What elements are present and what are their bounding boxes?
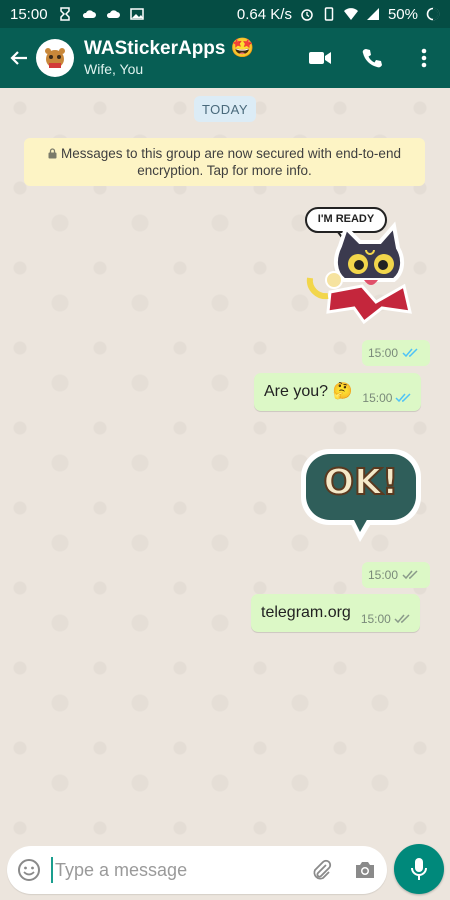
video-call-icon	[309, 52, 331, 64]
double-tick-icon	[395, 393, 411, 403]
outgoing-message[interactable]: telegram.org 15:00	[251, 594, 420, 632]
more-vert-icon	[421, 48, 427, 68]
message-time: 15:00	[360, 612, 391, 626]
avatar-image	[45, 48, 65, 68]
video-call-button[interactable]	[294, 28, 346, 88]
phone-icon	[324, 7, 334, 21]
back-arrow-icon	[10, 51, 27, 65]
message-time: 15:00	[368, 568, 399, 582]
sticker-timestamp: 15:00	[362, 340, 430, 366]
voice-message-button[interactable]	[394, 844, 444, 894]
message-composer	[7, 846, 387, 894]
net-speed: 0.64 K/s	[236, 5, 292, 23]
group-avatar[interactable]	[36, 39, 74, 77]
hourglass-icon	[59, 7, 70, 21]
sticker-text: OK!	[323, 461, 400, 504]
camera-button[interactable]	[343, 846, 387, 894]
back-button[interactable]	[2, 28, 36, 88]
voice-call-icon	[362, 49, 382, 68]
outgoing-message[interactable]: Are you? 🤔 15:00	[254, 373, 422, 411]
double-tick-icon	[402, 348, 418, 358]
cloud-icon	[106, 10, 120, 18]
chat-header: WAStickerApps 🤩 Wife, You	[0, 28, 450, 88]
sticker-message[interactable]: OK!	[298, 446, 424, 544]
message-link[interactable]: telegram.org	[261, 594, 351, 632]
voice-call-button[interactable]	[346, 28, 398, 88]
more-options-button[interactable]	[398, 28, 450, 88]
message-list[interactable]: TODAY Messages to this group are now sec…	[0, 88, 450, 840]
emoji-button[interactable]	[7, 846, 51, 894]
message-input[interactable]	[51, 857, 299, 883]
sticker-cat-image	[305, 207, 412, 325]
double-tick-icon	[402, 570, 418, 580]
sticker-caption: I'M READY	[317, 213, 375, 225]
attach-icon	[313, 859, 332, 880]
message-time: 15:00	[368, 346, 399, 360]
mic-icon	[411, 858, 427, 880]
chat-title: WAStickerApps	[84, 38, 226, 59]
wifi-icon	[343, 8, 358, 20]
battery-level: 50%	[387, 5, 418, 23]
lock-icon	[48, 148, 57, 159]
double-tick-icon	[394, 614, 410, 624]
status-bar: 15:00 0.64 K/s 50%	[0, 0, 450, 28]
alarm-icon	[301, 9, 313, 21]
battery-icon	[426, 7, 440, 21]
message-text: Are you? 🤔	[264, 383, 353, 400]
signal-icon	[366, 8, 379, 20]
chat-members: Wife, You	[84, 61, 144, 77]
attach-button[interactable]	[299, 846, 343, 894]
image-icon	[129, 8, 144, 20]
title-emoji: 🤩	[230, 38, 255, 59]
cloud-icon	[82, 10, 96, 18]
camera-icon	[356, 862, 374, 878]
message-time: 15:00	[362, 391, 393, 405]
encryption-text: Messages to this group are now secured w…	[61, 146, 401, 178]
sticker-timestamp: 15:00	[362, 562, 430, 588]
date-chip: TODAY	[194, 96, 256, 122]
chat-title-block[interactable]: WAStickerApps 🤩 Wife, You	[84, 38, 254, 78]
encryption-notice[interactable]: Messages to this group are now secured w…	[24, 138, 425, 186]
emoji-icon	[18, 859, 40, 881]
status-time: 15:00	[10, 5, 48, 23]
sticker-message[interactable]: I'M READY	[300, 206, 420, 336]
